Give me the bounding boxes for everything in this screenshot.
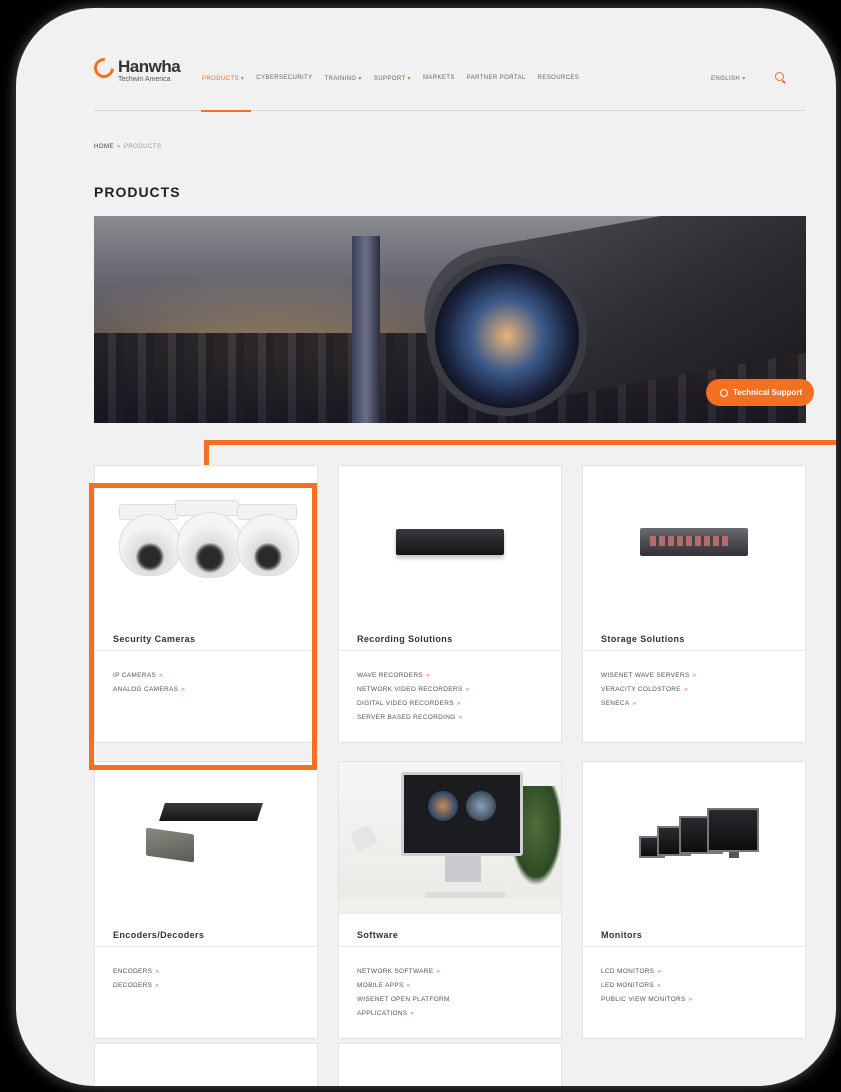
page-frame: Hanwha Techwin America PRODUCTS ▾ CYBERSE…: [16, 8, 836, 1086]
page-title: PRODUCTS: [94, 184, 181, 200]
arrow-right-icon: »: [436, 968, 441, 975]
chevron-down-icon: ▾: [240, 76, 245, 82]
top-navigation: Hanwha Techwin America PRODUCTS ▾ CYBERSE…: [89, 38, 806, 112]
highlight-box-security-cameras: [89, 483, 317, 770]
product-card-monitors[interactable]: Monitors LCD MONITORS» LED MONITORS» PUB…: [582, 761, 806, 1039]
link-veracity-coldstore[interactable]: VERACITY COLDSTORE»: [601, 683, 696, 697]
link-decoders[interactable]: DECODERS»: [113, 979, 159, 993]
link-network-video-recorders[interactable]: NETWORK VIDEO RECORDERS»: [357, 683, 469, 697]
card-links: ENCODERS» DECODERS»: [113, 965, 159, 993]
link-seneca[interactable]: SENECA»: [601, 697, 696, 711]
logo-name: Hanwha: [118, 57, 181, 76]
product-card-partial[interactable]: [338, 1043, 562, 1086]
products-page: Hanwha Techwin America PRODUCTS ▾ CYBERSE…: [89, 38, 836, 1086]
search-icon[interactable]: [775, 72, 784, 81]
link-lcd-monitors[interactable]: LCD MONITORS»: [601, 965, 693, 979]
link-wisenet-open-platform[interactable]: WISENET OPEN PLATFORM: [357, 993, 450, 1007]
link-wisenet-wave-servers[interactable]: WISENET WAVE SERVERS»: [601, 669, 696, 683]
technical-support-button[interactable]: Technical Support: [706, 379, 815, 406]
main-menu: PRODUCTS ▾ CYBERSECURITY TRAINING ▾ SUPPOR…: [202, 75, 579, 82]
monitors-image: [583, 762, 805, 914]
arrow-right-icon: »: [155, 982, 160, 989]
menu-item-resources[interactable]: RESOURCES: [538, 75, 580, 82]
arrow-right-icon: »: [657, 968, 662, 975]
camera-lens-image: [427, 256, 587, 416]
menu-item-support[interactable]: SUPPORT ▾: [374, 75, 411, 82]
card-title[interactable]: Encoders/Decoders: [113, 930, 204, 940]
link-led-monitors[interactable]: LED MONITORS»: [601, 979, 693, 993]
menu-item-markets[interactable]: MARKETS: [423, 75, 455, 82]
rack-server-image: [583, 466, 805, 618]
arrow-right-icon: »: [465, 686, 470, 693]
link-wave-recorders[interactable]: WAVE RECORDERS»: [357, 669, 469, 683]
card-links: WISENET WAVE SERVERS» VERACITY COLDSTORE…: [601, 669, 696, 711]
chevron-down-icon: ▾: [407, 76, 411, 82]
skyscraper-image: [352, 236, 380, 423]
link-mobile-apps[interactable]: MOBILE APPS»: [357, 979, 450, 993]
technical-support-label: Technical Support: [733, 388, 803, 397]
hero-banner: [94, 216, 806, 423]
link-encoders[interactable]: ENCODERS»: [113, 965, 159, 979]
breadcrumb-home[interactable]: HOME: [94, 144, 114, 150]
product-card-encoders-decoders[interactable]: Encoders/Decoders ENCODERS» DECODERS»: [94, 761, 318, 1039]
card-links: NETWORK SOFTWARE» MOBILE APPS» WISENET O…: [357, 965, 450, 1021]
product-card-software[interactable]: Software NETWORK SOFTWARE» MOBILE APPS» …: [338, 761, 562, 1039]
menu-item-products[interactable]: PRODUCTS ▾: [202, 75, 244, 82]
desk-lamp-image: [349, 824, 379, 852]
chevron-down-icon: ▾: [358, 76, 362, 82]
product-card-recording-solutions[interactable]: Recording Solutions WAVE RECORDERS» NETW…: [338, 465, 562, 743]
link-network-software[interactable]: NETWORK SOFTWARE»: [357, 965, 450, 979]
product-card-partial[interactable]: [94, 1043, 318, 1086]
menu-item-cybersecurity[interactable]: CYBERSECURITY: [256, 75, 312, 82]
card-title[interactable]: Monitors: [601, 930, 642, 940]
arrow-right-icon: »: [656, 982, 661, 989]
encoders-image: [95, 762, 317, 914]
language-selector[interactable]: ENGLISH ▾: [711, 75, 746, 82]
arrow-right-icon: »: [456, 700, 461, 707]
card-links: LCD MONITORS» LED MONITORS» PUBLIC VIEW …: [601, 965, 693, 1007]
arrow-right-icon: »: [155, 968, 160, 975]
card-title[interactable]: Software: [357, 930, 398, 940]
chat-bubble-icon: [720, 388, 728, 397]
logo-subtitle: Techwin America: [118, 76, 171, 83]
arrow-right-icon: »: [683, 686, 688, 693]
card-title[interactable]: Recording Solutions: [357, 634, 453, 644]
hanwha-logo-icon: [89, 53, 119, 83]
card-links: WAVE RECORDERS» NETWORK VIDEO RECORDERS»…: [357, 669, 469, 725]
hanwha-logo[interactable]: Hanwha Techwin America: [89, 53, 181, 84]
link-server-based-recording[interactable]: SERVER BASED RECORDING»: [357, 711, 469, 725]
chevron-down-icon: ▾: [742, 76, 746, 82]
product-card-storage-solutions[interactable]: Storage Solutions WISENET WAVE SERVERS» …: [582, 465, 806, 743]
active-menu-underline: [201, 110, 251, 112]
arrow-right-icon: »: [692, 672, 697, 679]
link-public-view-monitors[interactable]: PUBLIC VIEW MONITORS»: [601, 993, 693, 1007]
nvr-image: [339, 466, 561, 618]
link-digital-video-recorders[interactable]: DIGITAL VIDEO RECORDERS»: [357, 697, 469, 711]
software-desk-image: [339, 762, 561, 914]
breadcrumb-current: PRODUCTS: [123, 144, 162, 150]
card-title[interactable]: Storage Solutions: [601, 634, 685, 644]
arrow-right-icon: »: [425, 672, 430, 679]
monitor-image: [401, 772, 523, 856]
arrow-right-icon: »: [688, 996, 693, 1003]
arrow-right-icon: »: [410, 1010, 415, 1017]
arrow-right-icon: »: [406, 982, 411, 989]
arrow-right-icon: »: [458, 714, 463, 721]
link-applications[interactable]: APPLICATIONS»: [357, 1007, 450, 1021]
breadcrumb: HOME» PRODUCTS: [94, 144, 162, 150]
arrow-right-icon: »: [632, 700, 637, 707]
menu-item-partner-portal[interactable]: PARTNER PORTAL: [467, 75, 526, 82]
menu-item-training[interactable]: TRAINING ▾: [325, 75, 362, 82]
breadcrumb-separator: »: [117, 144, 121, 150]
callout-line-horizontal: [204, 440, 836, 445]
